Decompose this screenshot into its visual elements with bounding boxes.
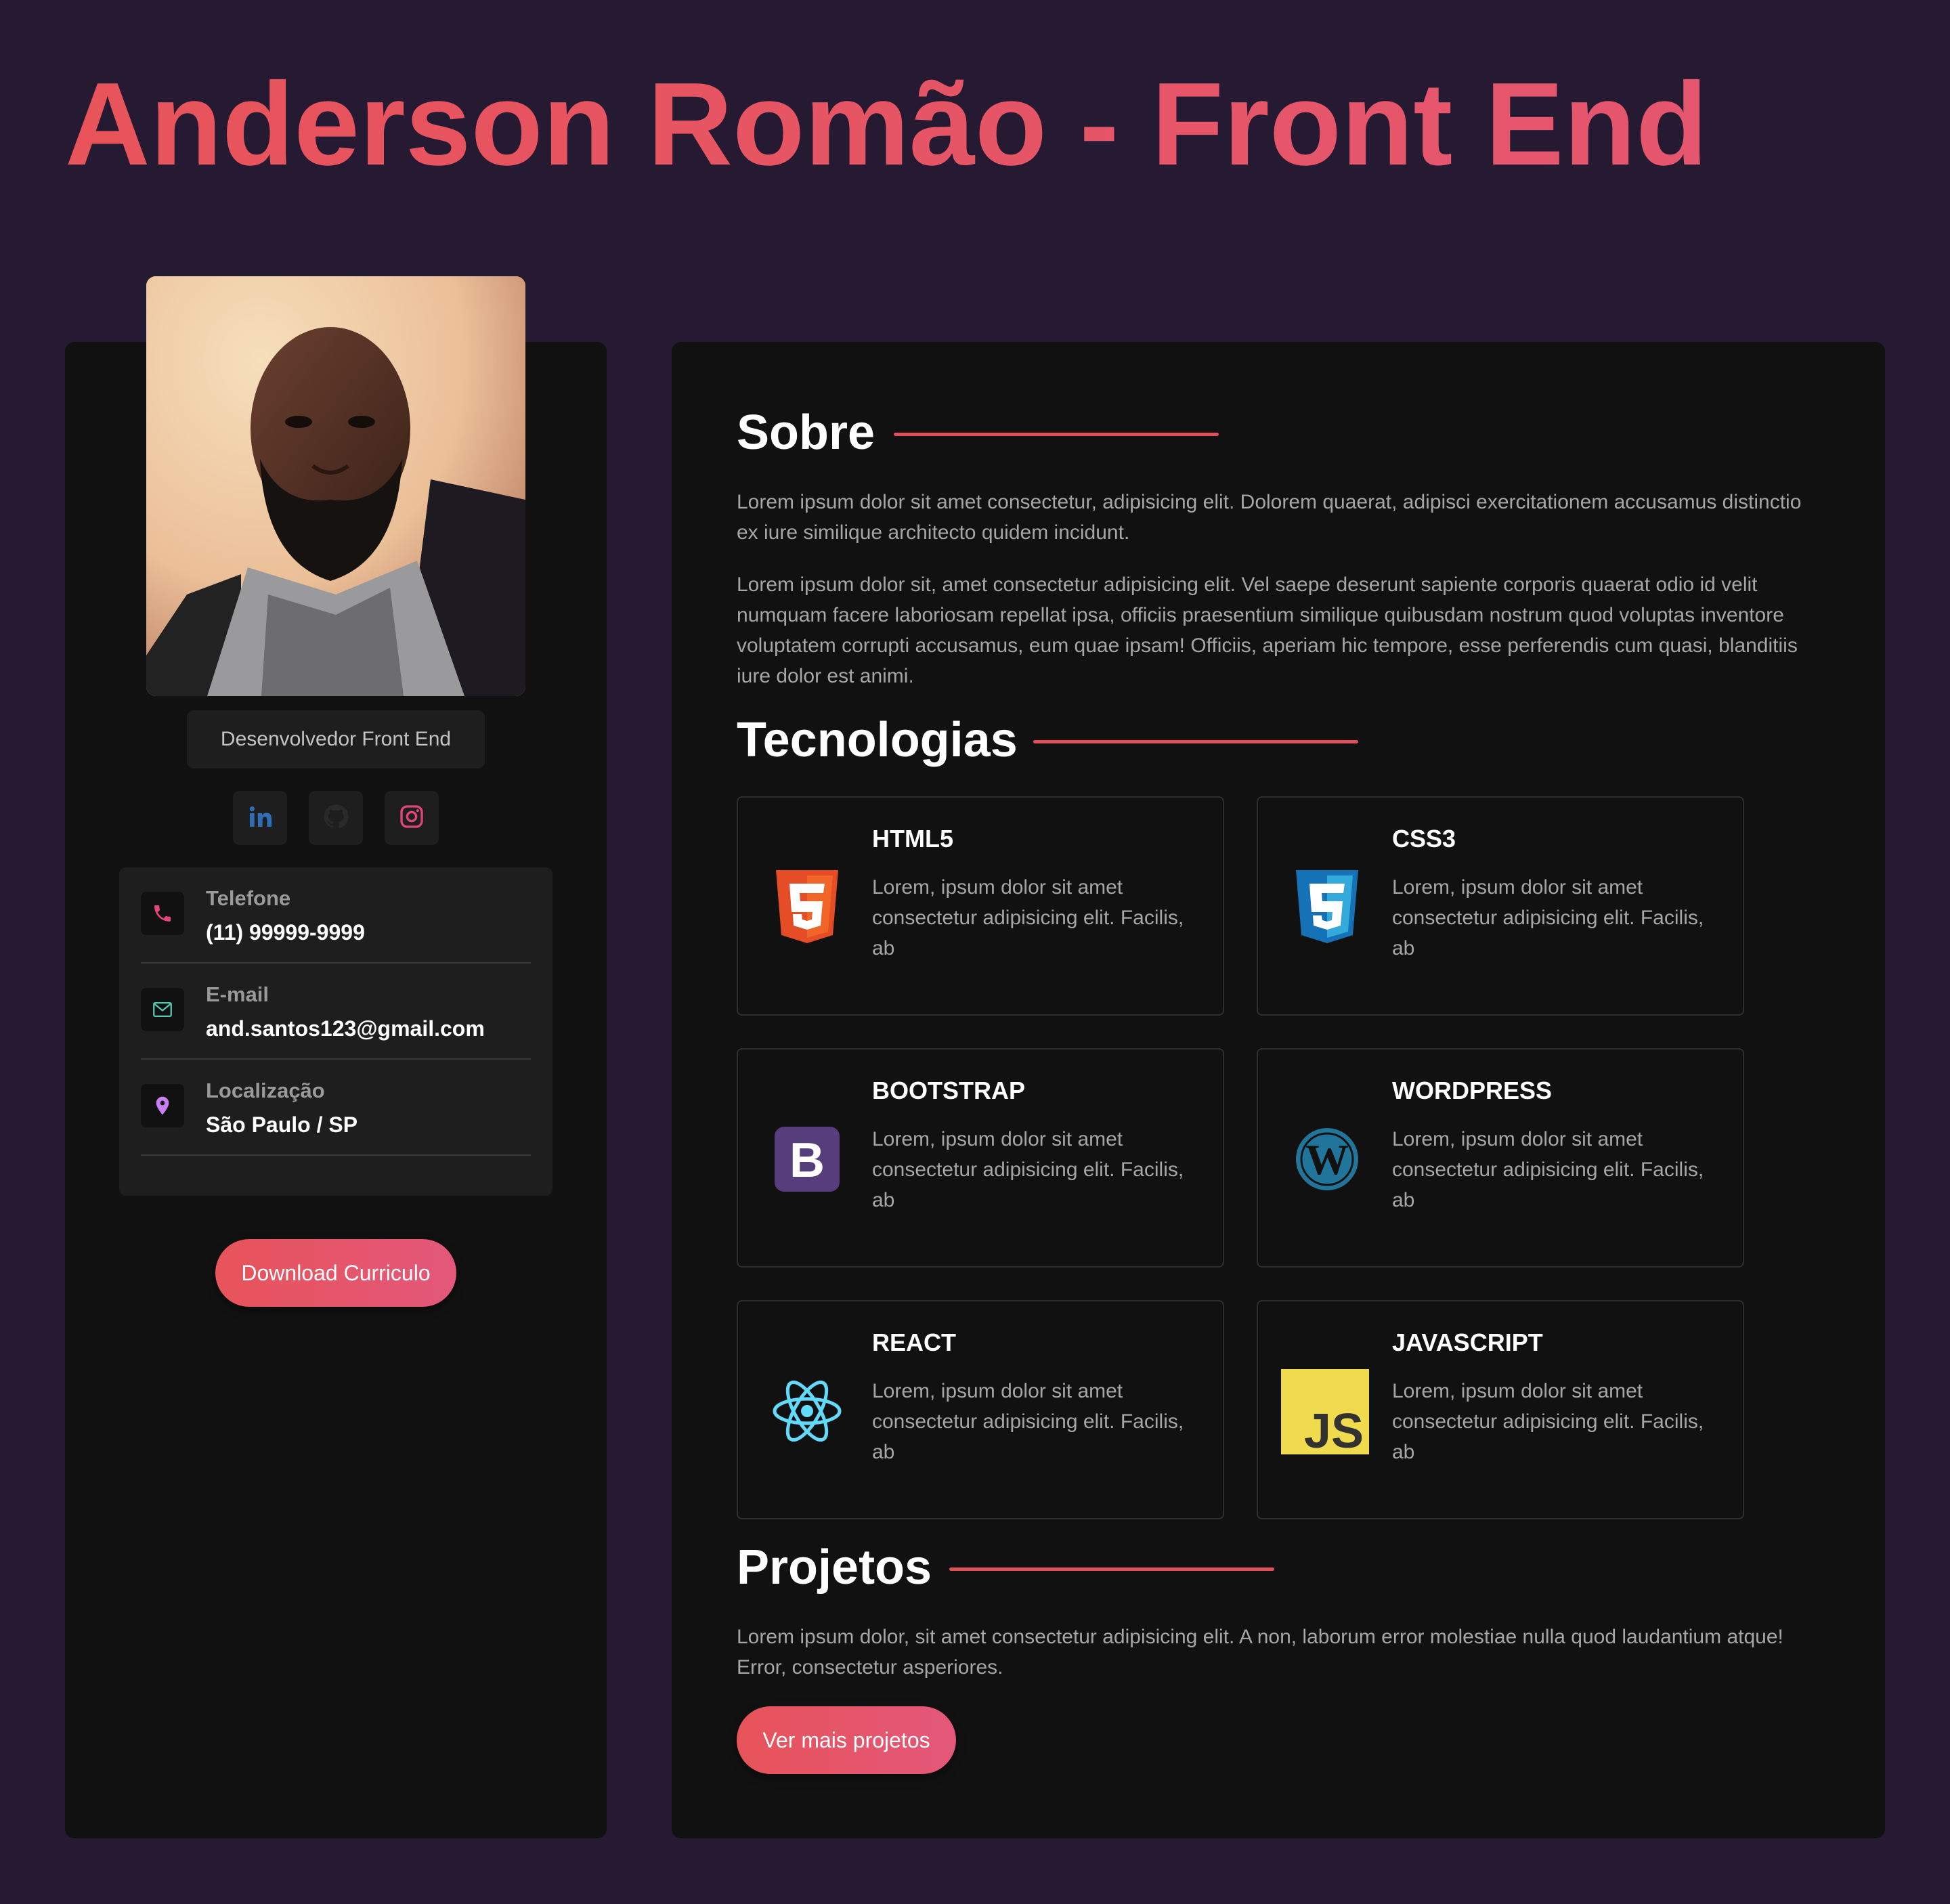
tech-name: WORDPRESS [1392,1077,1553,1104]
location-value: São Paulo / SP [206,1112,358,1137]
tech-name: JAVASCRIPT [1392,1328,1543,1356]
tech-card-wordpress: W WORDPRESS Lorem, ipsum dolor sit amet … [1257,1048,1744,1268]
download-cv-button[interactable]: Download Curriculo [215,1239,456,1307]
tech-card-javascript: JS JAVASCRIPT Lorem, ipsum dolor sit ame… [1257,1300,1744,1519]
contact-phone: Telefone (11) 99999-9999 [141,867,531,964]
tech-card-css3: CSS3 Lorem, ipsum dolor sit amet consect… [1257,796,1744,1016]
tech-name: HTML5 [872,825,953,852]
contact-label: Localização [206,1079,325,1102]
contact-label: Telefone [206,886,291,910]
linkedin-link[interactable] [233,791,287,845]
about-paragraph-2: Lorem ipsum dolor sit, amet consectetur … [737,574,1798,687]
profile-photo [146,276,525,696]
phone-icon [141,892,184,935]
mail-icon [141,988,184,1031]
projects-title: Projetos [737,1540,932,1595]
more-projects-button[interactable]: Ver mais projetos [737,1706,956,1774]
tech-description: Lorem, ipsum dolor sit amet consectetur … [1392,876,1704,959]
bootstrap-icon: B [771,1120,844,1198]
about-title: Sobre [737,406,875,460]
tech-title-underline [1033,740,1358,743]
contact-card: Telefone (11) 99999-9999 E-mail and.sant… [119,867,552,1196]
svg-text:JS: JS [1304,1404,1364,1454]
page-title: Anderson Romão - Front End [65,58,1708,190]
tech-description: Lorem, ipsum dolor sit amet consectetur … [872,876,1184,959]
contact-email: E-mail and.santos123@gmail.com [141,964,531,1060]
instagram-icon [398,803,425,834]
tech-description: Lorem, ipsum dolor sit amet consectetur … [872,1128,1184,1211]
location-pin-icon [141,1084,184,1127]
tech-card-html5: HTML5 Lorem, ipsum dolor sit amet consec… [737,796,1224,1016]
about-paragraph-1: Lorem ipsum dolor sit amet consectetur, … [737,491,1802,544]
tech-card-react: REACT Lorem, ipsum dolor sit amet consec… [737,1300,1224,1519]
tech-title: Tecnologias [737,713,1018,767]
github-link[interactable] [309,791,363,845]
about-title-underline [894,433,1219,436]
tech-description: Lorem, ipsum dolor sit amet consectetur … [1392,1380,1704,1463]
projects-paragraph: Lorem ipsum dolor, sit amet consectetur … [737,1626,1783,1679]
javascript-icon: JS [1281,1369,1369,1454]
svg-text:W: W [1305,1135,1349,1184]
css3-icon [1291,868,1364,947]
html5-icon [771,868,844,947]
wordpress-icon: W [1291,1120,1364,1198]
projects-title-underline [949,1567,1274,1571]
linkedin-icon [246,803,274,834]
svg-text:B: B [789,1133,825,1188]
contact-label: E-mail [206,982,269,1006]
main-content: Sobre Lorem ipsum dolor sit amet consect… [672,342,1885,1838]
contact-location: Localização São Paulo / SP [141,1060,531,1156]
tech-name: BOOTSTRAP [872,1077,1026,1104]
instagram-link[interactable] [385,791,439,845]
tech-name: REACT [872,1328,956,1356]
tech-name: CSS3 [1392,825,1456,852]
react-icon [771,1372,844,1450]
tech-card-bootstrap: B BOOTSTRAP Lorem, ipsum dolor sit amet … [737,1048,1224,1268]
role-badge: Desenvolvedor Front End [187,710,485,769]
github-icon [322,803,349,834]
email-value: and.santos123@gmail.com [206,1016,485,1041]
tech-description: Lorem, ipsum dolor sit amet consectetur … [872,1380,1184,1463]
phone-value: (11) 99999-9999 [206,920,365,945]
tech-description: Lorem, ipsum dolor sit amet consectetur … [1392,1128,1704,1211]
